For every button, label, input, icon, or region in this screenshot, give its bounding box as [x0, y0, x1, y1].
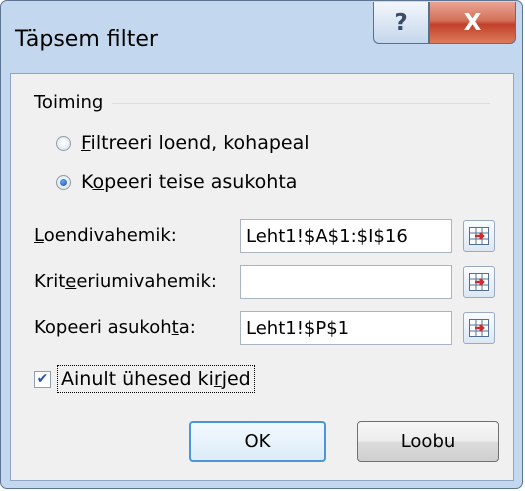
criteria-range-label: Kriteeriumivahemik:	[34, 271, 217, 292]
list-range-selector-button[interactable]	[463, 220, 495, 252]
cancel-button[interactable]: Loobu	[357, 421, 499, 462]
unique-records-option[interactable]: ✔ Ainult ühesed kirjed	[34, 365, 255, 393]
list-range-label: Loendivahemik:	[34, 225, 177, 246]
criteria-range-selector-button[interactable]	[463, 266, 495, 298]
range-selector-icon	[469, 273, 489, 291]
dialog-title: Täpsem filter	[15, 27, 158, 52]
copy-to-location-label: Kopeeri teise asukohta	[81, 171, 298, 193]
action-group-label: Toiming	[34, 92, 104, 113]
copy-to-location-radio[interactable]	[56, 174, 71, 190]
list-range-input[interactable]: Leht1!$A$1:$I$16	[240, 219, 452, 253]
question-mark-icon: ?	[394, 9, 408, 36]
copy-to-input[interactable]: Leht1!$P$1	[240, 311, 452, 345]
help-button[interactable]: ?	[373, 2, 429, 44]
filter-in-place-label: Filtreeri loend, kohapeal	[81, 132, 310, 154]
close-icon: X	[463, 9, 482, 36]
filter-in-place-option[interactable]: Filtreeri loend, kohapeal	[56, 132, 310, 154]
unique-records-checkbox[interactable]: ✔	[34, 370, 51, 388]
close-button[interactable]: X	[429, 2, 516, 44]
copy-to-location-option[interactable]: Kopeeri teise asukohta	[56, 171, 297, 193]
range-selector-icon	[469, 319, 489, 337]
copy-to-label: Kopeeri asukohta:	[34, 317, 196, 338]
checkmark-icon: ✔	[36, 371, 49, 387]
ok-button[interactable]: OK	[189, 421, 326, 462]
range-selector-icon	[469, 227, 489, 245]
criteria-range-input[interactable]	[240, 265, 452, 299]
filter-in-place-radio[interactable]	[56, 135, 71, 151]
title-bar[interactable]: Täpsem filter ? X	[1, 1, 522, 73]
unique-records-label: Ainult ühesed kirjed	[57, 365, 255, 393]
dialog-body: Toiming Filtreeri loend, kohapeal Kopeer…	[10, 73, 514, 481]
group-divider	[112, 103, 490, 104]
copy-to-selector-button[interactable]	[463, 312, 495, 344]
advanced-filter-dialog: Täpsem filter ? X Toiming Filtreeri loen…	[0, 0, 523, 489]
